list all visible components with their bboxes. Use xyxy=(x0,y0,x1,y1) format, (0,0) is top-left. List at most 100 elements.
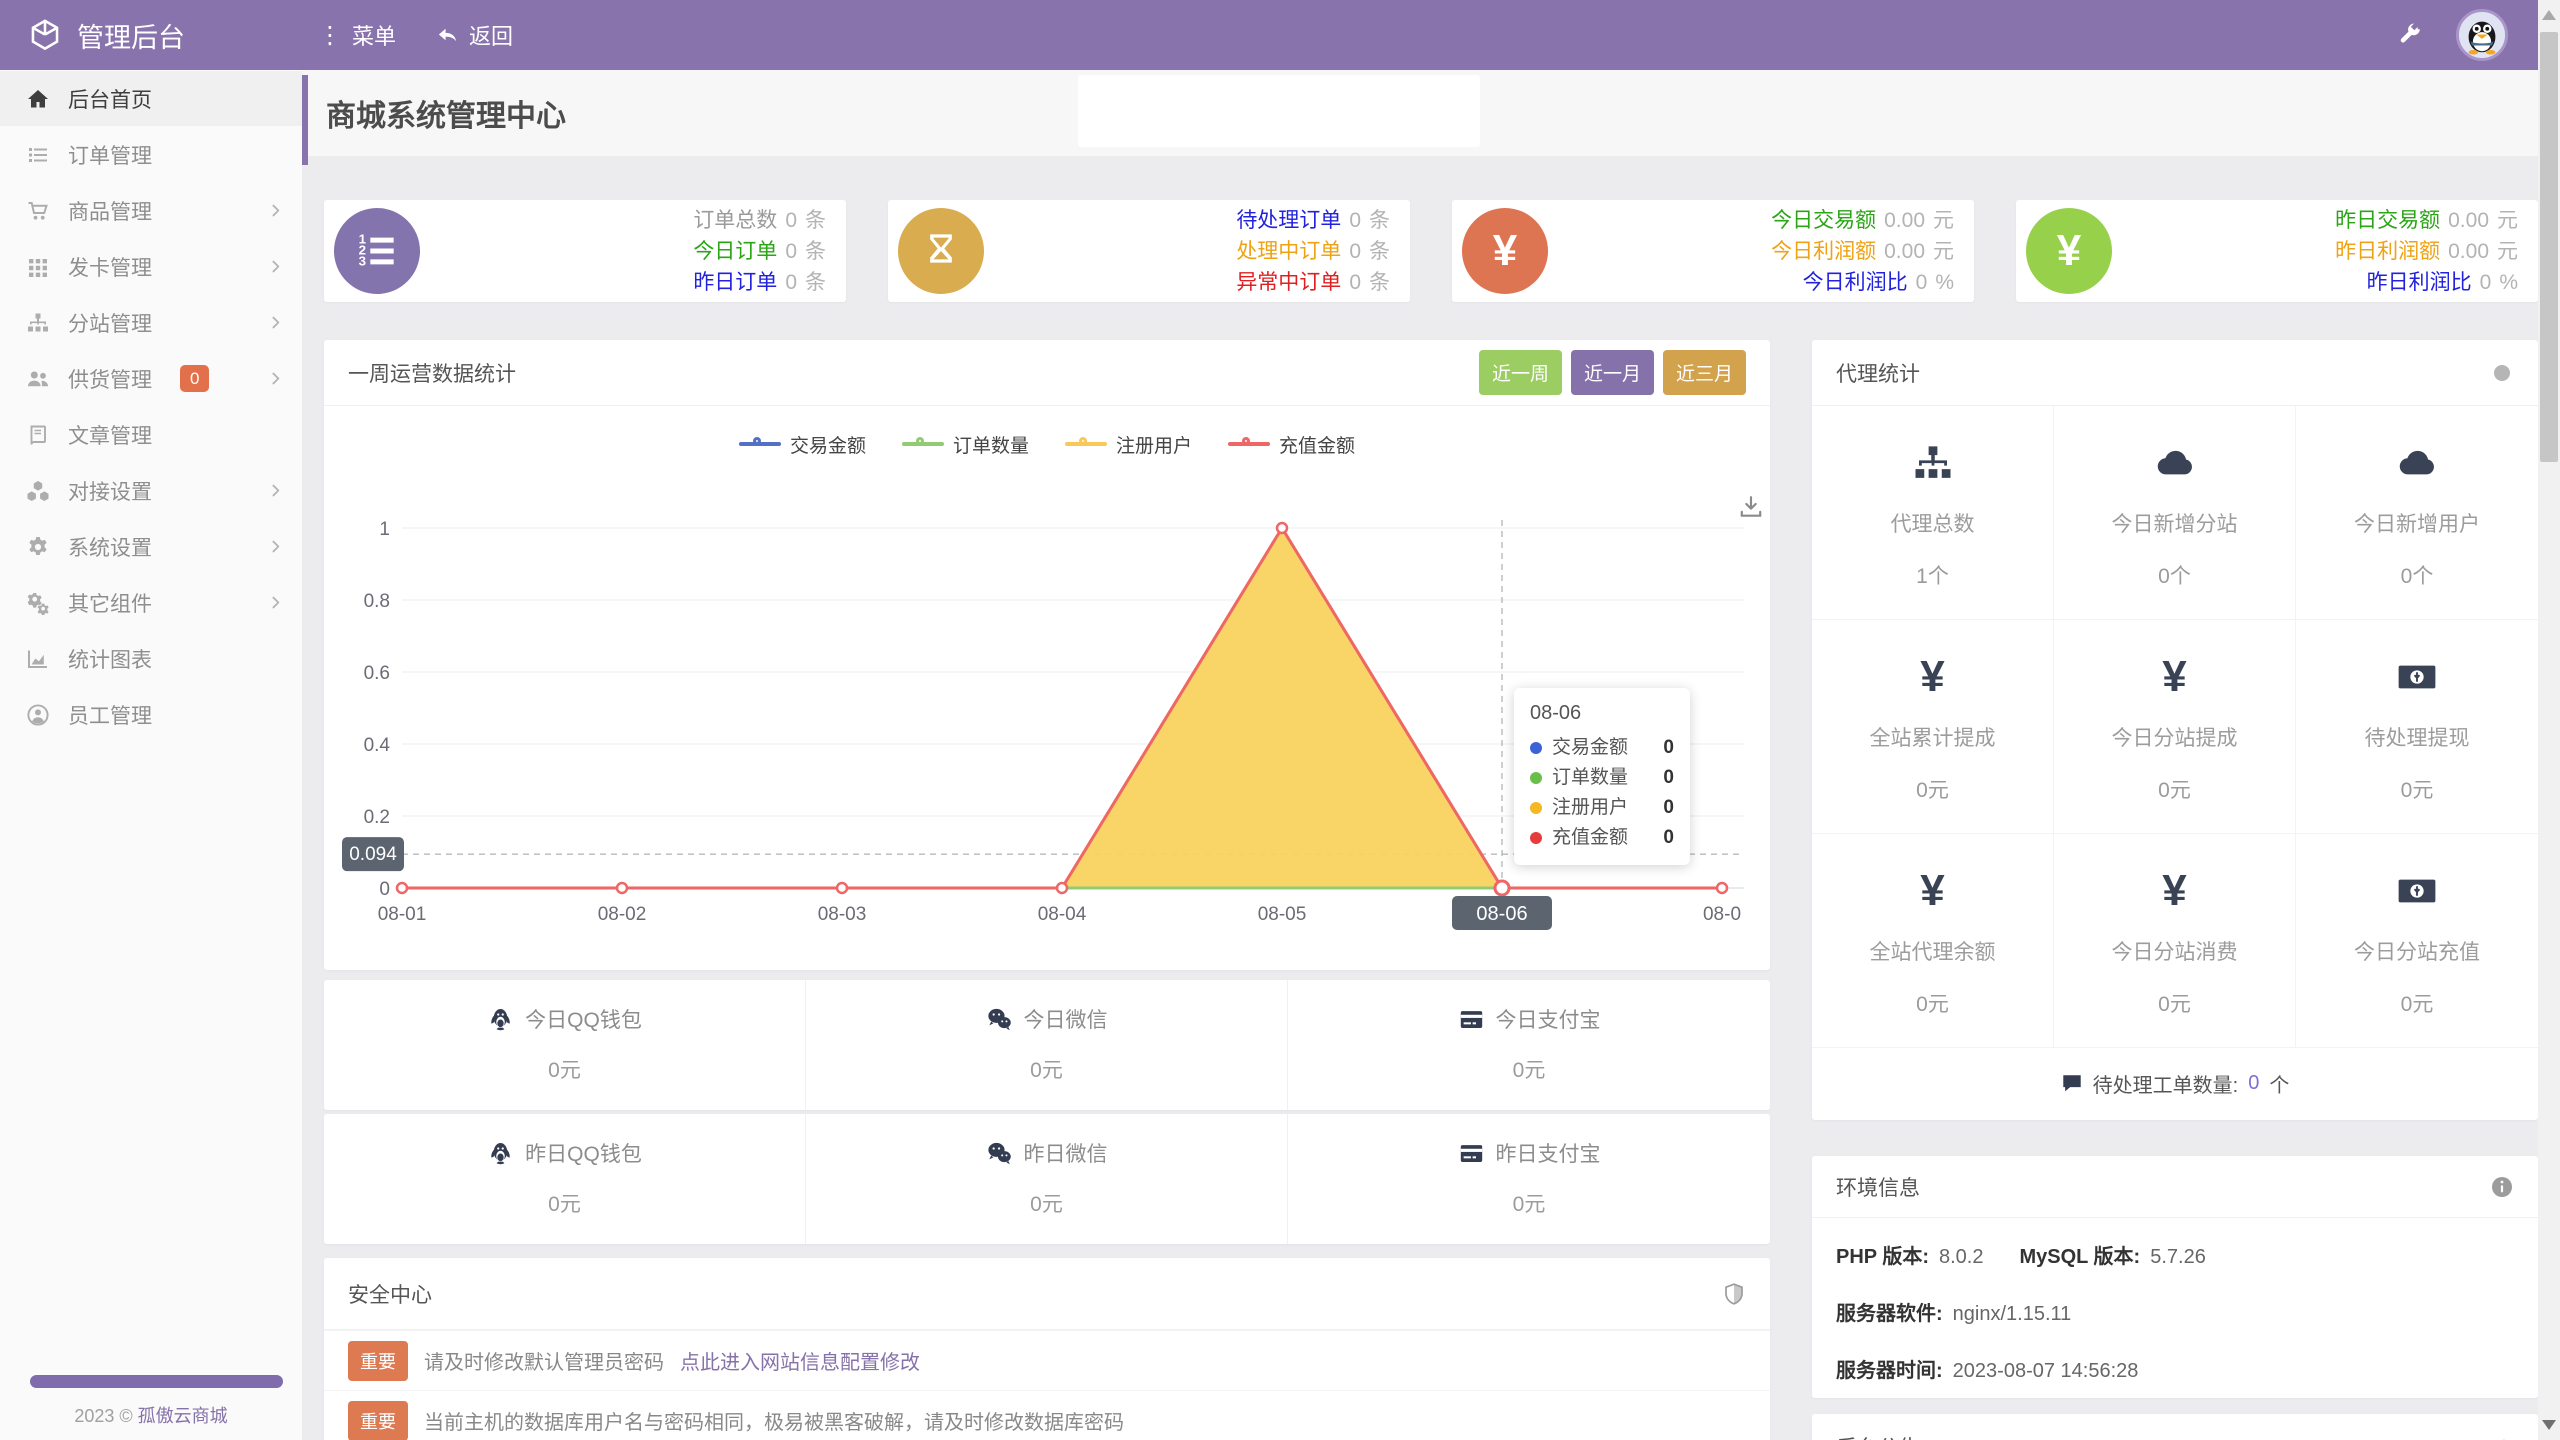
sidebar-scrollbar-thumb[interactable] xyxy=(302,75,308,165)
important-badge: 重要 xyxy=(348,1341,408,1381)
sidebar-item-staff[interactable]: 员工管理 xyxy=(0,687,302,742)
sidebar-item-label: 统计图表 xyxy=(68,644,152,674)
yen-icon: ¥ xyxy=(1462,208,1548,294)
area-chart-icon xyxy=(26,647,50,671)
sidebar-item-label: 后台首页 xyxy=(68,84,152,114)
series-dot xyxy=(1530,802,1542,814)
wrench-icon[interactable] xyxy=(2396,22,2422,48)
sidebar-item-products[interactable]: 商品管理 xyxy=(0,183,302,238)
sidebar-item-label: 员工管理 xyxy=(68,700,152,730)
legend-item[interactable]: 交易金额 xyxy=(739,431,866,458)
copyright: 2023 © 孤傲云商城 xyxy=(0,1402,302,1428)
tooltip-row: 交易金额0 xyxy=(1530,733,1674,763)
header-popup xyxy=(1078,75,1480,147)
svg-text:0.4: 0.4 xyxy=(364,735,391,756)
download-chart-icon[interactable] xyxy=(1738,494,1764,520)
stat-card-orders: 订单总数0条 今日订单0条 昨日订单0条 xyxy=(324,200,846,302)
pay-value: 0元 xyxy=(324,1188,805,1218)
pay-value: 0元 xyxy=(324,1054,805,1084)
cart-icon xyxy=(26,199,50,223)
back-button[interactable]: 返回 xyxy=(436,19,513,51)
notice-card: 后台公告 xyxy=(1812,1414,2538,1440)
user-circle-icon xyxy=(26,703,50,727)
env-info-card: 环境信息 PHP 版本:8.0.2 MySQL 版本:5.7.26 服务器软件:… xyxy=(1812,1156,2538,1398)
sidebar-item-articles[interactable]: 文章管理 xyxy=(0,407,302,462)
stat-card-yesterday-revenue: ¥ 昨日交易额0.00元 昨日利润额0.00元 昨日利润比0% xyxy=(2016,200,2538,302)
agent-cell-total: 代理总数 1个 xyxy=(1812,406,2054,620)
yen-icon: ¥ xyxy=(2026,208,2112,294)
scrollbar-up-arrow[interactable] xyxy=(2542,10,2556,20)
qq-icon xyxy=(487,1006,514,1033)
legend-item[interactable]: 注册用户 xyxy=(1065,431,1192,458)
range-month-button[interactable]: 近一月 xyxy=(1571,350,1654,395)
tooltip-date: 08-06 xyxy=(1530,702,1674,725)
agent-stats-title: 代理统计 xyxy=(1836,358,1920,388)
cube-logo-icon xyxy=(28,18,62,52)
pay-value: 0元 xyxy=(806,1054,1287,1084)
alert-text: 当前主机的数据库用户名与密码相同，极易被黑客破解，请及时修改数据库密码 xyxy=(424,1406,1124,1435)
app-brand[interactable]: 管理后台 xyxy=(0,16,302,55)
sidebar-item-substations[interactable]: 分站管理 xyxy=(0,295,302,350)
sidebar-item-label: 其它组件 xyxy=(68,588,152,618)
legend-item[interactable]: 充值金额 xyxy=(1228,431,1355,458)
svg-text:0.6: 0.6 xyxy=(364,663,390,684)
chevron-right-icon xyxy=(267,538,284,555)
stat-row: 今日利润额0.00元 xyxy=(1771,236,1954,267)
main-content: 商城系统管理中心 订单总数0条 今日订单0条 昨日订单0条 待处理订单0条 处理… xyxy=(302,70,2538,1440)
stat-row: 昨日利润额0.00元 xyxy=(2335,236,2518,267)
yen-icon: ¥ xyxy=(1812,656,2053,698)
series-dot xyxy=(1530,742,1542,754)
stat-row: 昨日交易额0.00元 xyxy=(2335,205,2518,236)
cloud-icon xyxy=(2396,442,2438,484)
series-dot xyxy=(1530,832,1542,844)
svg-text:08-01: 08-01 xyxy=(378,904,427,925)
notice-title: 后台公告 xyxy=(1836,1432,1920,1440)
page-scrollbar[interactable] xyxy=(2538,0,2560,1440)
sidebar-item-statistics[interactable]: 统计图表 xyxy=(0,631,302,686)
shield-icon xyxy=(1722,1282,1746,1306)
sidebar-item-home[interactable]: 后台首页 xyxy=(0,71,302,126)
sidebar-item-suppliers[interactable]: 供货管理 0 xyxy=(0,351,302,406)
sidebar-item-label: 对接设置 xyxy=(68,476,152,506)
config-link[interactable]: 点此进入网站信息配置修改 xyxy=(680,1346,920,1375)
pending-tickets-value: 0 xyxy=(2248,1072,2259,1095)
range-week-button[interactable]: 近一周 xyxy=(1479,350,1562,395)
scrollbar-thumb[interactable] xyxy=(2540,32,2558,462)
legend-item[interactable]: 订单数量 xyxy=(902,431,1029,458)
sidebar-item-orders[interactable]: 订单管理 xyxy=(0,127,302,182)
avatar[interactable] xyxy=(2456,9,2508,61)
wechat-icon xyxy=(986,1006,1013,1033)
topbar: 管理后台 ⋮ 菜单 返回 xyxy=(0,0,2538,70)
sidebar-item-settings[interactable]: 系统设置 xyxy=(0,519,302,574)
pay-cell-alipay-today: 今日支付宝 0元 xyxy=(1288,980,1770,1110)
stat-row: 今日交易额0.00元 xyxy=(1771,205,1954,236)
agent-cell-pending-withdraw: 待处理提现 0元 xyxy=(2296,620,2538,834)
chevron-right-icon xyxy=(267,482,284,499)
stat-row: 昨日订单0条 xyxy=(693,267,826,298)
important-badge: 重要 xyxy=(348,1401,408,1440)
agent-stats-header: 代理统计 xyxy=(1812,340,2538,406)
copyright-brand[interactable]: 孤傲云商城 xyxy=(138,1406,228,1426)
scrollbar-down-arrow[interactable] xyxy=(2542,1420,2556,1430)
stat-row: 今日订单0条 xyxy=(693,236,826,267)
menu-toggle[interactable]: ⋮ 菜单 xyxy=(318,19,396,51)
pay-cell-qq-yesterday: 昨日QQ钱包 0元 xyxy=(324,1114,806,1244)
env-info-title: 环境信息 xyxy=(1836,1172,1920,1202)
reply-icon xyxy=(436,24,459,47)
comment-icon xyxy=(2061,1072,2083,1094)
qq-icon xyxy=(487,1140,514,1167)
agent-cell-substation-recharge: 今日分站充值 0元 xyxy=(2296,834,2538,1048)
svg-text:1: 1 xyxy=(379,519,390,540)
money-icon xyxy=(2396,656,2438,698)
env-info-header: 环境信息 xyxy=(1812,1156,2538,1218)
security-center-card: 安全中心 重要 请及时修改默认管理员密码 点此进入网站信息配置修改 重要 当前主… xyxy=(324,1258,1770,1440)
topbar-menu: ⋮ 菜单 返回 xyxy=(318,19,513,51)
sidebar-item-components[interactable]: 其它组件 xyxy=(0,575,302,630)
range-quarter-button[interactable]: 近三月 xyxy=(1663,350,1746,395)
yesterday-payments: 昨日QQ钱包 0元 昨日微信 0元 昨日支付宝 0元 xyxy=(324,1114,1770,1244)
stat-card-pending: 待处理订单0条 处理中订单0条 异常中订单0条 xyxy=(888,200,1410,302)
sidebar-item-cards[interactable]: 发卡管理 xyxy=(0,239,302,294)
sidebar-item-integrations[interactable]: 对接设置 xyxy=(0,463,302,518)
sidebar-item-label: 分站管理 xyxy=(68,308,152,338)
stat-row: 昨日利润比0% xyxy=(2335,267,2518,298)
